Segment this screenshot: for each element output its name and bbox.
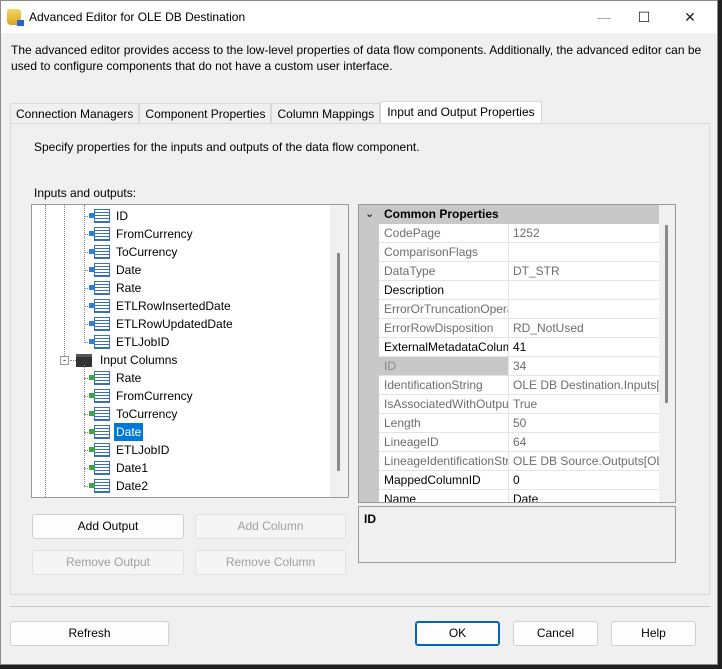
property-row[interactable]: DataType DT_STR	[379, 262, 659, 281]
output-icon	[56, 497, 72, 498]
category-common-properties[interactable]: ⌄ Common Properties	[359, 205, 659, 224]
property-grid[interactable]: ⌄ Common Properties CodePage 1252 Compariso…	[358, 204, 676, 503]
tree-label: Inputs and outputs:	[34, 186, 137, 200]
property-row[interactable]: IsAssociatedWithOutputColumnTrue	[379, 395, 659, 414]
external-column-icon	[89, 245, 110, 259]
external-column-icon	[89, 335, 110, 349]
input-column-icon	[89, 461, 110, 475]
tree-item-input-column[interactable]: Date1	[89, 459, 150, 477]
input-column-icon	[89, 443, 110, 457]
input-column-icon	[89, 407, 110, 421]
help-button[interactable]: Help	[611, 621, 696, 646]
input-column-icon	[89, 479, 110, 493]
property-row[interactable]: LineageID 64	[379, 433, 659, 452]
input-column-icon	[89, 425, 110, 439]
tree-item-external-column[interactable]: Rate	[89, 279, 143, 297]
tree-item-external-column[interactable]: ETLJobID	[89, 333, 171, 351]
tree-item-external-column[interactable]: FromCurrency	[89, 225, 195, 243]
grid-scrollbar[interactable]	[659, 205, 675, 502]
property-row[interactable]: Length 50	[379, 414, 659, 433]
tree-item-input-column[interactable]: ETLJobID	[89, 441, 171, 459]
cancel-button[interactable]: Cancel	[513, 621, 598, 646]
tab-column-mappings[interactable]: Column Mappings	[271, 103, 381, 125]
divider	[10, 606, 710, 607]
property-row[interactable]: ExternalMetadataColumnID41	[379, 338, 659, 357]
input-column-icon	[89, 389, 110, 403]
remove-column-button[interactable]: Remove Column	[195, 550, 346, 575]
tab-strip: Connection Managers Component Properties…	[10, 101, 542, 125]
tree-item-input-column[interactable]: Rate	[89, 369, 143, 387]
editor-description: The advanced editor provides access to t…	[11, 43, 702, 73]
database-icon	[7, 9, 24, 26]
tree-item-external-column[interactable]: ID	[89, 207, 130, 225]
external-column-icon	[89, 263, 110, 277]
tree-item-external-column[interactable]: ETLRowInsertedDate	[89, 297, 233, 315]
chevron-down-icon[interactable]: ⌄	[365, 205, 374, 224]
external-column-icon	[89, 209, 110, 223]
property-row[interactable]: ErrorOrTruncationOperation	[379, 300, 659, 319]
property-description: ID	[358, 506, 676, 563]
tree-item-input-column[interactable]: Date2	[89, 477, 150, 495]
add-output-button[interactable]: Add Output	[32, 514, 184, 539]
tree-item-external-column[interactable]: Date	[89, 261, 143, 279]
tree-item-input-column[interactable]: Date	[89, 423, 144, 441]
tree-item-external-column[interactable]: ToCurrency	[89, 243, 179, 261]
collapse-icon[interactable]: -	[60, 356, 69, 365]
grid-gutter	[359, 224, 379, 502]
tree-item-input-column[interactable]: FromCurrency	[89, 387, 195, 405]
tree-item-error-output[interactable]: OLE DB Destination Error Output	[56, 495, 257, 498]
property-row[interactable]: Description	[379, 281, 659, 300]
ok-button[interactable]: OK	[415, 621, 500, 646]
advanced-editor-window: Advanced Editor for OLE DB Destination —…	[0, 0, 718, 665]
property-row[interactable]: CodePage 1252	[379, 224, 659, 243]
property-row[interactable]: MappedColumnID 0	[379, 471, 659, 490]
property-row[interactable]: IdentificationString OLE DB Destination.I…	[379, 376, 659, 395]
external-column-icon	[89, 281, 110, 295]
external-column-icon	[89, 227, 110, 241]
refresh-button[interactable]: Refresh	[10, 621, 169, 646]
external-column-icon	[89, 299, 110, 313]
tab-input-output-properties[interactable]: Input and Output Properties	[380, 101, 542, 125]
instructions-text: Specify properties for the inputs and ou…	[34, 140, 420, 154]
tree-item-input-column[interactable]: ToCurrency	[89, 405, 179, 423]
input-column-icon	[89, 371, 110, 385]
tab-component-properties[interactable]: Component Properties	[139, 103, 272, 125]
tree-item-external-column[interactable]: ETLRowUpdatedDate	[89, 315, 235, 333]
close-button[interactable]: ✕	[667, 1, 713, 33]
property-row[interactable]: ID 34	[379, 357, 659, 376]
window-title: Advanced Editor for OLE DB Destination	[29, 10, 246, 24]
external-column-icon	[89, 317, 110, 331]
inputs-outputs-tree[interactable]: ID FromCurrency ToCurrency Date Rate ETLRowIn…	[31, 204, 349, 498]
property-row[interactable]: ErrorRowDisposition RD_NotUsed	[379, 319, 659, 338]
tree-item-input-columns[interactable]: Input Columns	[76, 351, 179, 369]
property-row[interactable]: ComparisonFlags	[379, 243, 659, 262]
remove-output-button[interactable]: Remove Output	[32, 550, 184, 575]
property-row[interactable]: LineageIdentificationStringOLE DB Source…	[379, 452, 659, 471]
tab-connection-managers[interactable]: Connection Managers	[10, 103, 140, 125]
tree-scrollbar[interactable]	[330, 205, 348, 497]
add-column-button[interactable]: Add Column	[195, 514, 346, 539]
property-row[interactable]: Name Date	[379, 490, 659, 502]
title-bar: Advanced Editor for OLE DB Destination —…	[1, 1, 717, 33]
maximize-button[interactable]: ☐	[621, 1, 667, 33]
